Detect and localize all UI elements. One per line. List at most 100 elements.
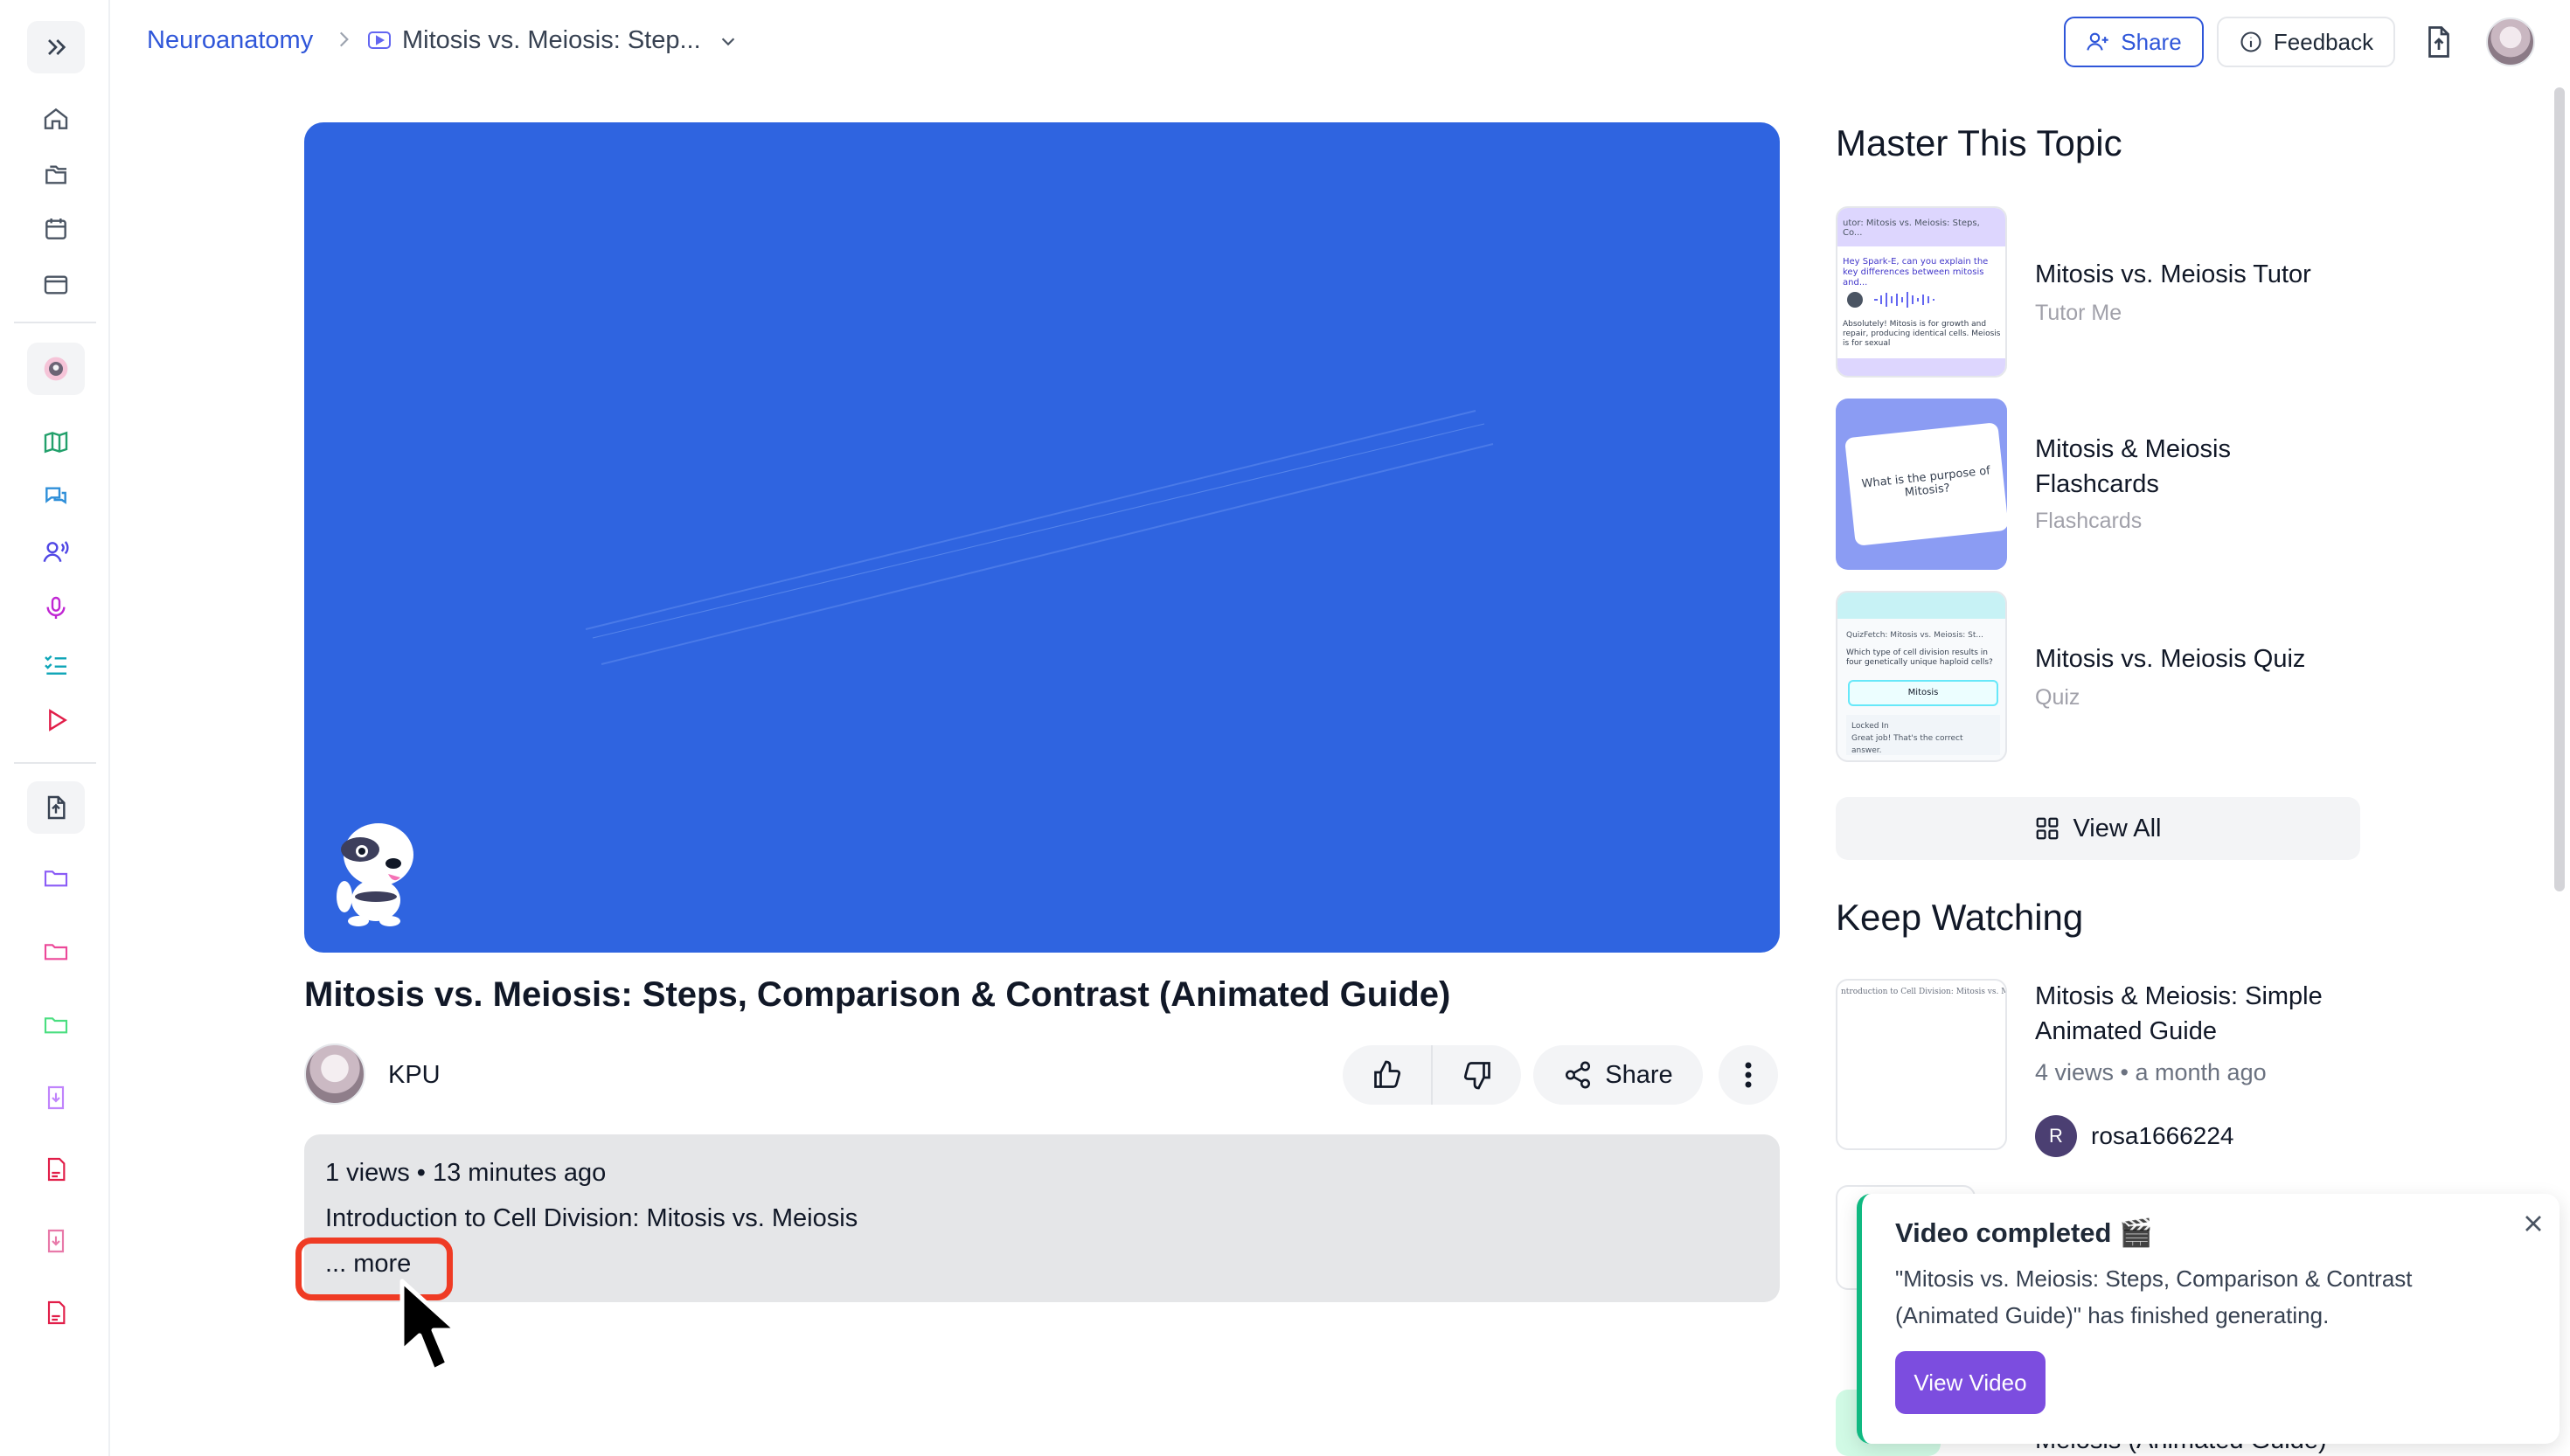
toast-title: Video completed 🎬: [1895, 1217, 2153, 1248]
keep-watching-title-line2[interactable]: Animated Guide: [2035, 1014, 2217, 1049]
feedback-button[interactable]: Feedback: [2217, 17, 2395, 67]
dog-mascot-icon: [337, 823, 413, 926]
quiz-thumb-answer: Mitosis: [1848, 680, 1998, 706]
sidebar-file-download-pink[interactable]: [27, 1215, 85, 1267]
sidebar-folder-pink[interactable]: [27, 925, 85, 977]
channel-avatar[interactable]: [304, 1043, 365, 1105]
sidebar: [0, 0, 110, 1456]
sidebar-chat-button[interactable]: [27, 470, 85, 523]
sidebar-quiz-button[interactable]: [27, 638, 85, 690]
video-completed-toast: Video completed 🎬 "Mitosis vs. Meiosis: …: [1857, 1194, 2560, 1444]
flashcards-card-title-line1[interactable]: Mitosis & Meiosis: [2035, 432, 2231, 467]
view-all-label: View All: [2073, 814, 2162, 842]
quiz-thumb-locked: Locked In Great job! That's the correct a…: [1846, 715, 2000, 755]
flashcards-card-title-line2[interactable]: Flashcards: [2035, 467, 2159, 502]
flashcards-card-subtitle: Flashcards: [2035, 509, 2143, 533]
grid-icon: [2037, 817, 2059, 840]
sidebar-pdf-file-1[interactable]: [27, 1143, 85, 1196]
info-icon: [2240, 31, 2261, 52]
tutor-card-title[interactable]: Mitosis vs. Meiosis Tutor: [2035, 257, 2311, 292]
add-user-icon: [2087, 32, 2108, 51]
quiz-thumb-question: Which type of cell division results in f…: [1846, 648, 1993, 667]
description-box[interactable]: 1 views • 13 minutes ago Introduction to…: [304, 1134, 1780, 1302]
sidebar-microphone-button[interactable]: [27, 582, 85, 634]
sidebar-video-button[interactable]: [27, 694, 85, 746]
vertical-dots-icon: [1745, 1062, 1752, 1088]
channel-name[interactable]: KPU: [388, 1061, 441, 1090]
close-icon[interactable]: [2519, 1210, 2547, 1238]
sidebar-folders-button[interactable]: [27, 149, 85, 201]
chat-bubbles-icon: [45, 487, 66, 504]
sidebar-calendar-button[interactable]: [27, 203, 85, 255]
master-topic-heading: Master This Topic: [1836, 122, 2122, 163]
sidebar-map-button[interactable]: [27, 416, 85, 468]
author-avatar[interactable]: R: [2035, 1115, 2077, 1157]
expand-sidebar-button[interactable]: [27, 21, 85, 73]
quiz-card-title[interactable]: Mitosis vs. Meiosis Quiz: [2035, 641, 2305, 676]
audio-wave-icon: [1847, 292, 1934, 308]
sidebar-folder-purple[interactable]: [27, 851, 85, 904]
sidebar-pdf-file-2[interactable]: [27, 1286, 85, 1339]
flashcard-preview: What is the purpose of Mitosis?: [1844, 422, 2007, 546]
breadcrumb-root-link[interactable]: Neuroanatomy: [147, 26, 313, 55]
chevron-right-icon: [339, 31, 349, 47]
feedback-label: Feedback: [2273, 28, 2374, 55]
view-video-button[interactable]: View Video: [1895, 1351, 2046, 1414]
quiz-thumb-header: QuizFetch: Mitosis vs. Meiosis: St...: [1846, 631, 1983, 640]
sidebar-divider: [14, 322, 96, 323]
file-upload-icon: [47, 795, 66, 820]
author-name[interactable]: rosa1666224: [2091, 1122, 2233, 1150]
breadcrumb-current[interactable]: Mitosis vs. Meiosis: Step...: [402, 26, 701, 55]
header-share-button[interactable]: Share: [2064, 17, 2204, 67]
quiz-card-subtitle: Quiz: [2035, 685, 2080, 710]
sidebar-divider: [14, 762, 96, 764]
folder-icon: [44, 870, 68, 887]
sidebar-window-button[interactable]: [27, 259, 85, 311]
tutor-thumb-footer: [1837, 358, 2005, 376]
video-file-icon: [368, 31, 391, 49]
sidebar-upload-button[interactable]: [27, 781, 85, 834]
video-frame-lines: [585, 410, 1494, 665]
more-options-button[interactable]: [1719, 1045, 1778, 1105]
quiz-thumbnail[interactable]: QuizFetch: Mitosis vs. Meiosis: St... Wh…: [1836, 591, 2007, 762]
tutor-thumb-bar: utor: Mitosis vs. Meiosis: Steps, Co...: [1837, 208, 2005, 246]
right-scrollbar[interactable]: [2554, 87, 2565, 891]
sidebar-voice-tutor-button[interactable]: [27, 526, 85, 579]
file-export-icon[interactable]: [2423, 24, 2455, 59]
pdf-file-icon: [47, 1300, 66, 1325]
flashcards-thumbnail[interactable]: What is the purpose of Mitosis?: [1836, 399, 2007, 570]
keep-watching-thumbnail[interactable]: ntroduction to Cell Division: Mitosis vs…: [1836, 979, 2007, 1150]
video-share-button[interactable]: Share: [1533, 1045, 1703, 1105]
folder-icon: [44, 1017, 68, 1034]
dislike-button[interactable]: [1431, 1045, 1521, 1105]
keep-watching-meta: 4 views • a month ago: [2035, 1059, 2267, 1085]
tutor-thumb-answer: Absolutely! Mitosis is for growth and re…: [1843, 320, 2001, 348]
sidebar-home-button[interactable]: [27, 93, 85, 145]
keep-thumb-text: ntroduction to Cell Division: Mitosis vs…: [1841, 988, 2007, 996]
tutor-card-subtitle: Tutor Me: [2035, 301, 2122, 325]
keep-watching-title-line1[interactable]: Mitosis & Meiosis: Simple: [2035, 979, 2323, 1014]
quiz-thumb-top: [1837, 593, 2005, 619]
toast-body: "Mitosis vs. Meiosis: Steps, Comparison …: [1895, 1265, 2413, 1328]
like-button[interactable]: [1343, 1045, 1431, 1105]
sidebar-ai-tutor-button[interactable]: [27, 343, 85, 395]
thumbs-up-icon: [1373, 1060, 1400, 1088]
view-all-button[interactable]: View All: [1836, 797, 2360, 860]
share-icon: [1566, 1061, 1591, 1089]
user-avatar[interactable]: [2486, 17, 2535, 66]
sidebar-file-download-purple[interactable]: [27, 1071, 85, 1124]
video-player[interactable]: [304, 122, 1780, 953]
pdf-file-icon: [47, 1157, 66, 1182]
tutor-thumbnail[interactable]: utor: Mitosis vs. Meiosis: Steps, Co... …: [1836, 206, 2007, 378]
play-icon: [49, 709, 67, 731]
quiz-thumb-locked-label: Locked In: [1851, 722, 1889, 731]
like-dislike-group: [1343, 1045, 1521, 1105]
microphone-icon: [46, 596, 66, 619]
chevron-down-icon[interactable]: [719, 31, 738, 51]
video-share-label: Share: [1605, 1060, 1673, 1089]
home-icon: [44, 107, 68, 129]
quiz-thumb-feedback: Great job! That's the correct answer.: [1851, 734, 1963, 755]
sidebar-folder-green[interactable]: [27, 998, 85, 1050]
chevrons-right-icon: [48, 39, 66, 55]
map-icon: [44, 431, 68, 454]
